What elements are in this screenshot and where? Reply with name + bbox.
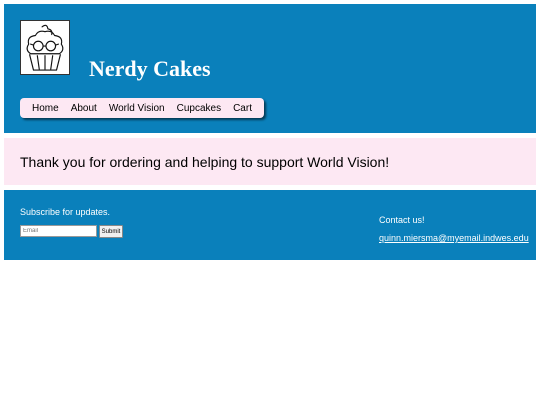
confirmation-band: Thank you for ordering and helping to su…: [4, 138, 536, 185]
confirmation-message: Thank you for ordering and helping to su…: [20, 154, 390, 170]
nav-item-about[interactable]: About: [65, 103, 103, 114]
contact-label: Contact us!: [379, 215, 425, 225]
main-nav: Home About World Vision Cupcakes Cart: [20, 98, 264, 118]
subscribe-label: Subscribe for updates.: [20, 207, 111, 217]
site-header: Nerdy Cakes Home About World Vision Cupc…: [4, 4, 536, 133]
nav-item-cupcakes[interactable]: Cupcakes: [171, 103, 227, 114]
nav-item-world-vision[interactable]: World Vision: [103, 103, 171, 114]
site-footer: Subscribe for updates. Submit Contact us…: [4, 190, 536, 260]
nav-item-home[interactable]: Home: [26, 103, 65, 114]
contact-email-link[interactable]: quinn.miersma@myemail.indwes.edu: [379, 233, 529, 243]
cupcake-with-glasses-icon: [20, 20, 70, 75]
email-input[interactable]: [20, 225, 97, 237]
nav-item-cart[interactable]: Cart: [227, 103, 258, 114]
site-title: Nerdy Cakes: [89, 56, 211, 81]
submit-button[interactable]: Submit: [99, 225, 123, 238]
